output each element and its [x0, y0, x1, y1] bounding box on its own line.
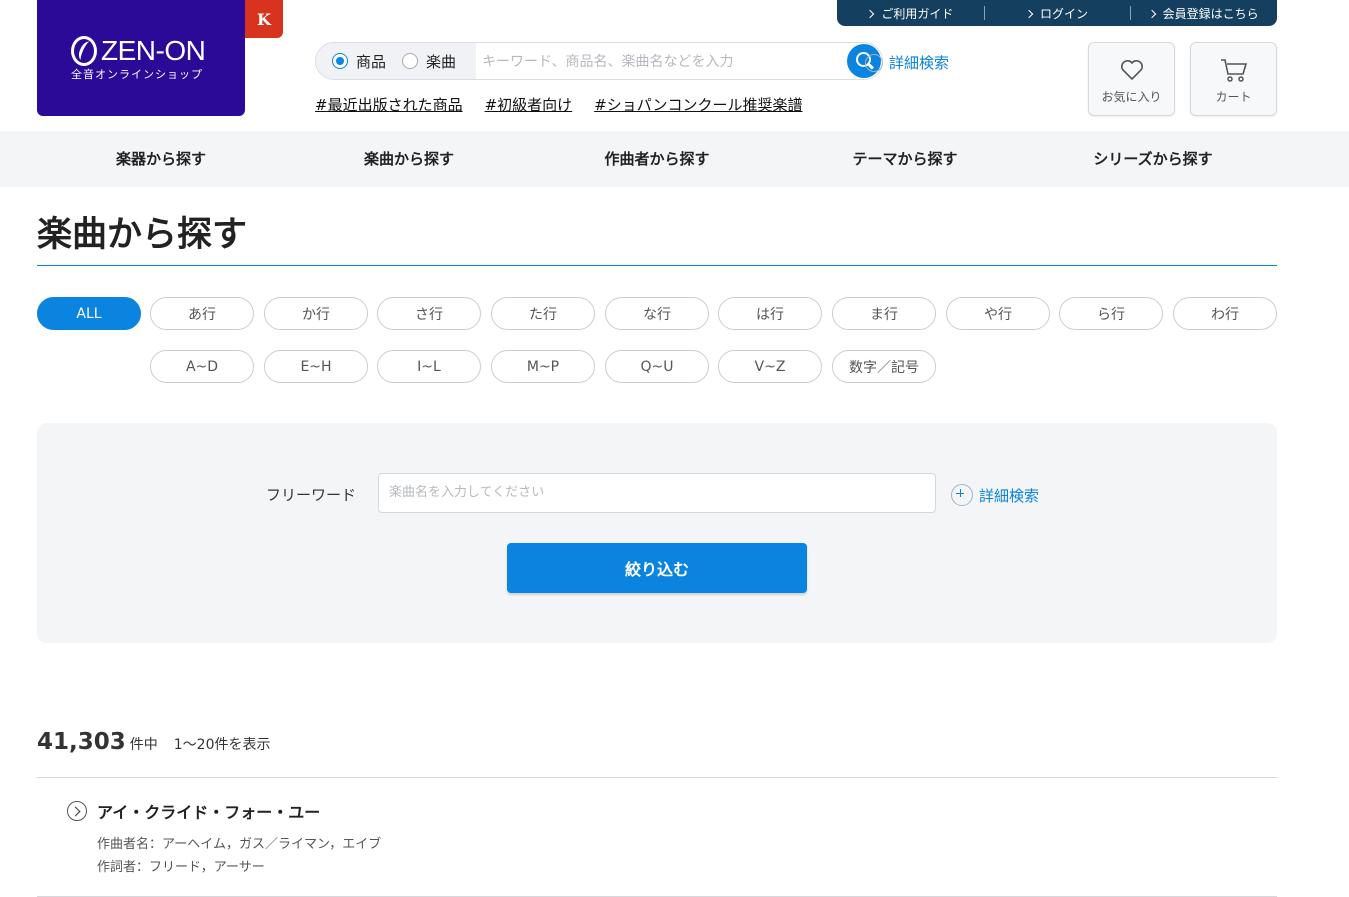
cart-label: カート	[1215, 90, 1252, 104]
filter-all[interactable]: ALL	[37, 297, 141, 330]
filter-ta-row[interactable]: た行	[491, 297, 595, 330]
filter-e-h[interactable]: E~H	[264, 350, 368, 383]
logo-mark-icon	[71, 36, 97, 66]
filter-ha-row[interactable]: は行	[718, 297, 822, 330]
nav-songs[interactable]: 楽曲から探す	[285, 131, 533, 187]
tag-link-beginner[interactable]: #初級者向け	[485, 94, 573, 115]
tag-link-new[interactable]: #最近出版された商品	[315, 94, 463, 115]
filter-na-row[interactable]: な行	[605, 297, 709, 330]
filter-numbers-symbols[interactable]: 数字／記号	[832, 350, 936, 383]
radio-selected-icon	[332, 53, 348, 69]
plus-circle-icon	[951, 484, 973, 506]
favorites-label: お気に入り	[1101, 90, 1162, 104]
radio-unselected-icon	[402, 53, 419, 69]
filter-a-row[interactable]: あ行	[150, 297, 254, 330]
free-word-label: フリーワード	[266, 486, 357, 504]
results-divider	[37, 777, 1277, 778]
result-item-lyricist: 作詞者：フリード，アーサー	[97, 860, 265, 875]
heart-icon	[1121, 60, 1143, 81]
cart-button[interactable]: カート	[1190, 42, 1277, 116]
result-unit: 件中	[129, 737, 158, 753]
tag-link-chopin[interactable]: #ショパンコンクール推奨楽譜	[594, 94, 802, 115]
login-link[interactable]: ログイン	[983, 5, 1131, 22]
title-divider	[37, 265, 1277, 266]
logo-text: ZEN-ON	[101, 35, 206, 66]
filter-m-p[interactable]: M~P	[491, 350, 595, 383]
nav-composers[interactable]: 作曲者から探す	[533, 131, 781, 187]
logo-subtitle: 全音オンラインショップ	[71, 68, 203, 81]
result-item-composer: 作曲者名：アーヘイム，ガス／ライマン，エイブ	[97, 837, 382, 852]
result-total: 41,303	[37, 729, 126, 755]
filter-advanced-search-link[interactable]: 詳細検索	[951, 484, 1039, 506]
filter-submit-button[interactable]: 絞り込む	[507, 543, 807, 593]
result-item-title[interactable]: アイ・クライド・フォー・ユー	[97, 799, 320, 823]
register-link[interactable]: 会員登録はこちら	[1130, 5, 1277, 22]
header-advanced-search-link[interactable]: 詳細検索	[865, 52, 949, 73]
filter-a-d[interactable]: A~D	[150, 350, 254, 383]
result-count: 41,303 件中 1〜20件を表示	[37, 729, 271, 755]
k-badge[interactable]: K	[245, 0, 283, 38]
filter-ka-row[interactable]: か行	[264, 297, 368, 330]
free-word-input[interactable]: 楽曲名を入力してください	[378, 473, 936, 513]
filter-wa-row[interactable]: わ行	[1173, 297, 1277, 330]
nav-instruments[interactable]: 楽器から探す	[37, 131, 285, 187]
free-word-filter-panel: フリーワード 楽曲名を入力してください 詳細検索 絞り込む	[37, 423, 1277, 643]
hashtag-links: #最近出版された商品 #初級者向け #ショパンコンクール推奨楽譜	[315, 94, 802, 115]
nav-themes[interactable]: テーマから探す	[781, 131, 1029, 187]
filter-sa-row[interactable]: さ行	[377, 297, 481, 330]
header-search-input[interactable]: キーワード、商品名、楽曲名などを入力	[482, 51, 812, 71]
filter-ma-row[interactable]: ま行	[832, 297, 936, 330]
filter-i-l[interactable]: I~L	[377, 350, 481, 383]
chevron-right-icon	[1147, 9, 1156, 18]
result-range: 1〜20件を表示	[173, 737, 271, 753]
cart-icon	[1221, 59, 1248, 82]
filter-ra-row[interactable]: ら行	[1059, 297, 1163, 330]
chevron-right-circle-icon[interactable]	[67, 801, 87, 821]
search-type-radio-group: 商品 楽曲	[316, 43, 476, 79]
main-nav: 楽器から探す 楽曲から探す 作曲者から探す テーマから探す シリーズから探す	[0, 131, 1349, 187]
filter-q-u[interactable]: Q~U	[605, 350, 709, 383]
guide-link[interactable]: ご利用ガイド	[837, 5, 984, 22]
favorites-button[interactable]: お気に入り	[1088, 42, 1175, 116]
top-links-bar: ご利用ガイド ログイン 会員登録はこちら	[837, 0, 1277, 26]
plus-circle-icon	[865, 53, 883, 72]
filter-v-z[interactable]: V~Z	[718, 350, 822, 383]
site-logo[interactable]: ZEN-ON 全音オンラインショップ	[37, 0, 245, 116]
chevron-right-icon	[1024, 9, 1034, 18]
header-search-bar: 商品 楽曲 キーワード、商品名、楽曲名などを入力	[315, 42, 883, 80]
radio-product[interactable]: 商品	[332, 51, 386, 72]
page-title: 楽曲から探す	[37, 215, 248, 255]
chevron-right-icon	[866, 9, 875, 18]
nav-series[interactable]: シリーズから探す	[1029, 131, 1277, 187]
radio-song[interactable]: 楽曲	[402, 51, 456, 72]
filter-ya-row[interactable]: や行	[946, 297, 1050, 330]
